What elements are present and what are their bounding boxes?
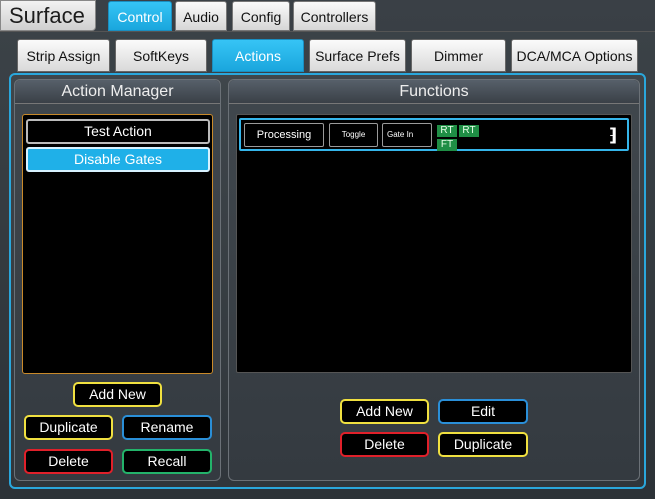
recall-action-button[interactable]: Recall: [122, 449, 212, 474]
rename-action-button[interactable]: Rename: [122, 415, 212, 440]
delete-action-button[interactable]: Delete: [24, 449, 113, 474]
app-title: Surface: [0, 0, 96, 31]
duplicate-action-button[interactable]: Duplicate: [24, 415, 113, 440]
function-category: Processing: [244, 123, 324, 147]
tab-audio[interactable]: Audio: [175, 1, 227, 31]
tab-dimmer[interactable]: Dimmer: [411, 39, 506, 72]
tab-config[interactable]: Config: [232, 1, 290, 31]
app-window: Surface Control Audio Config Controllers…: [0, 0, 655, 499]
tab-controllers[interactable]: Controllers: [293, 1, 376, 31]
functions-list[interactable]: Processing Toggle Gate In RT RT FT ⁆: [236, 114, 632, 373]
flag-ft: FT: [437, 139, 457, 151]
action-item-test-action[interactable]: Test Action: [26, 119, 210, 144]
tab-actions[interactable]: Actions: [212, 39, 304, 72]
flag-rt-2: RT: [459, 125, 479, 137]
action-manager-title: Action Manager: [15, 80, 220, 104]
function-target: Gate In: [382, 123, 432, 147]
action-item-disable-gates[interactable]: Disable Gates: [26, 147, 210, 172]
functions-title: Functions: [229, 80, 639, 104]
add-new-action-button[interactable]: Add New: [73, 382, 162, 407]
tab-surface-prefs[interactable]: Surface Prefs: [309, 39, 406, 72]
add-new-function-button[interactable]: Add New: [340, 399, 429, 424]
drag-handle-icon[interactable]: ⁆: [609, 125, 621, 145]
edit-function-button[interactable]: Edit: [438, 399, 528, 424]
tab-softkeys[interactable]: SoftKeys: [115, 39, 207, 72]
tab-strip-assign[interactable]: Strip Assign: [17, 39, 110, 72]
function-mode: Toggle: [329, 123, 378, 147]
delete-function-button[interactable]: Delete: [340, 432, 429, 457]
tab-control[interactable]: Control: [108, 1, 172, 31]
duplicate-function-button[interactable]: Duplicate: [438, 432, 528, 457]
tab-dca-mca-options[interactable]: DCA/MCA Options: [511, 39, 638, 72]
flag-rt-1: RT: [437, 125, 457, 137]
function-row[interactable]: Processing Toggle Gate In RT RT FT ⁆: [239, 118, 629, 151]
action-list[interactable]: Test Action Disable Gates: [22, 114, 213, 374]
